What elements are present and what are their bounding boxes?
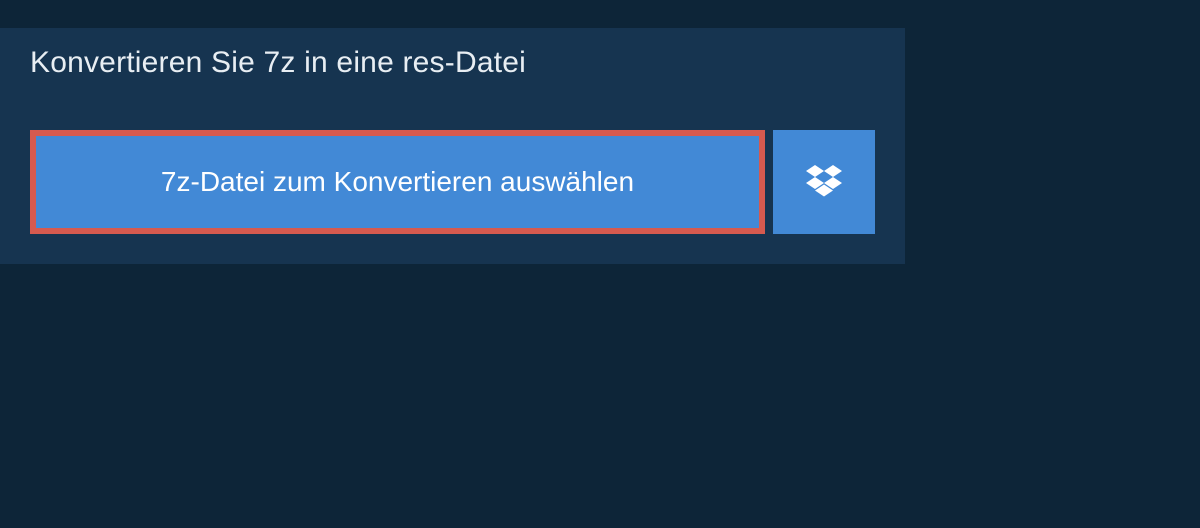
select-file-label: 7z-Datei zum Konvertieren auswählen: [161, 166, 634, 198]
dropbox-icon: [806, 162, 842, 203]
select-file-button[interactable]: 7z-Datei zum Konvertieren auswählen: [30, 130, 765, 234]
converter-panel: Konvertieren Sie 7z in eine res-Datei 7z…: [0, 28, 905, 264]
button-area: 7z-Datei zum Konvertieren auswählen: [0, 98, 905, 264]
header-bar: Konvertieren Sie 7z in eine res-Datei: [0, 28, 615, 98]
page-title: Konvertieren Sie 7z in eine res-Datei: [30, 46, 585, 80]
dropbox-button[interactable]: [773, 130, 875, 234]
